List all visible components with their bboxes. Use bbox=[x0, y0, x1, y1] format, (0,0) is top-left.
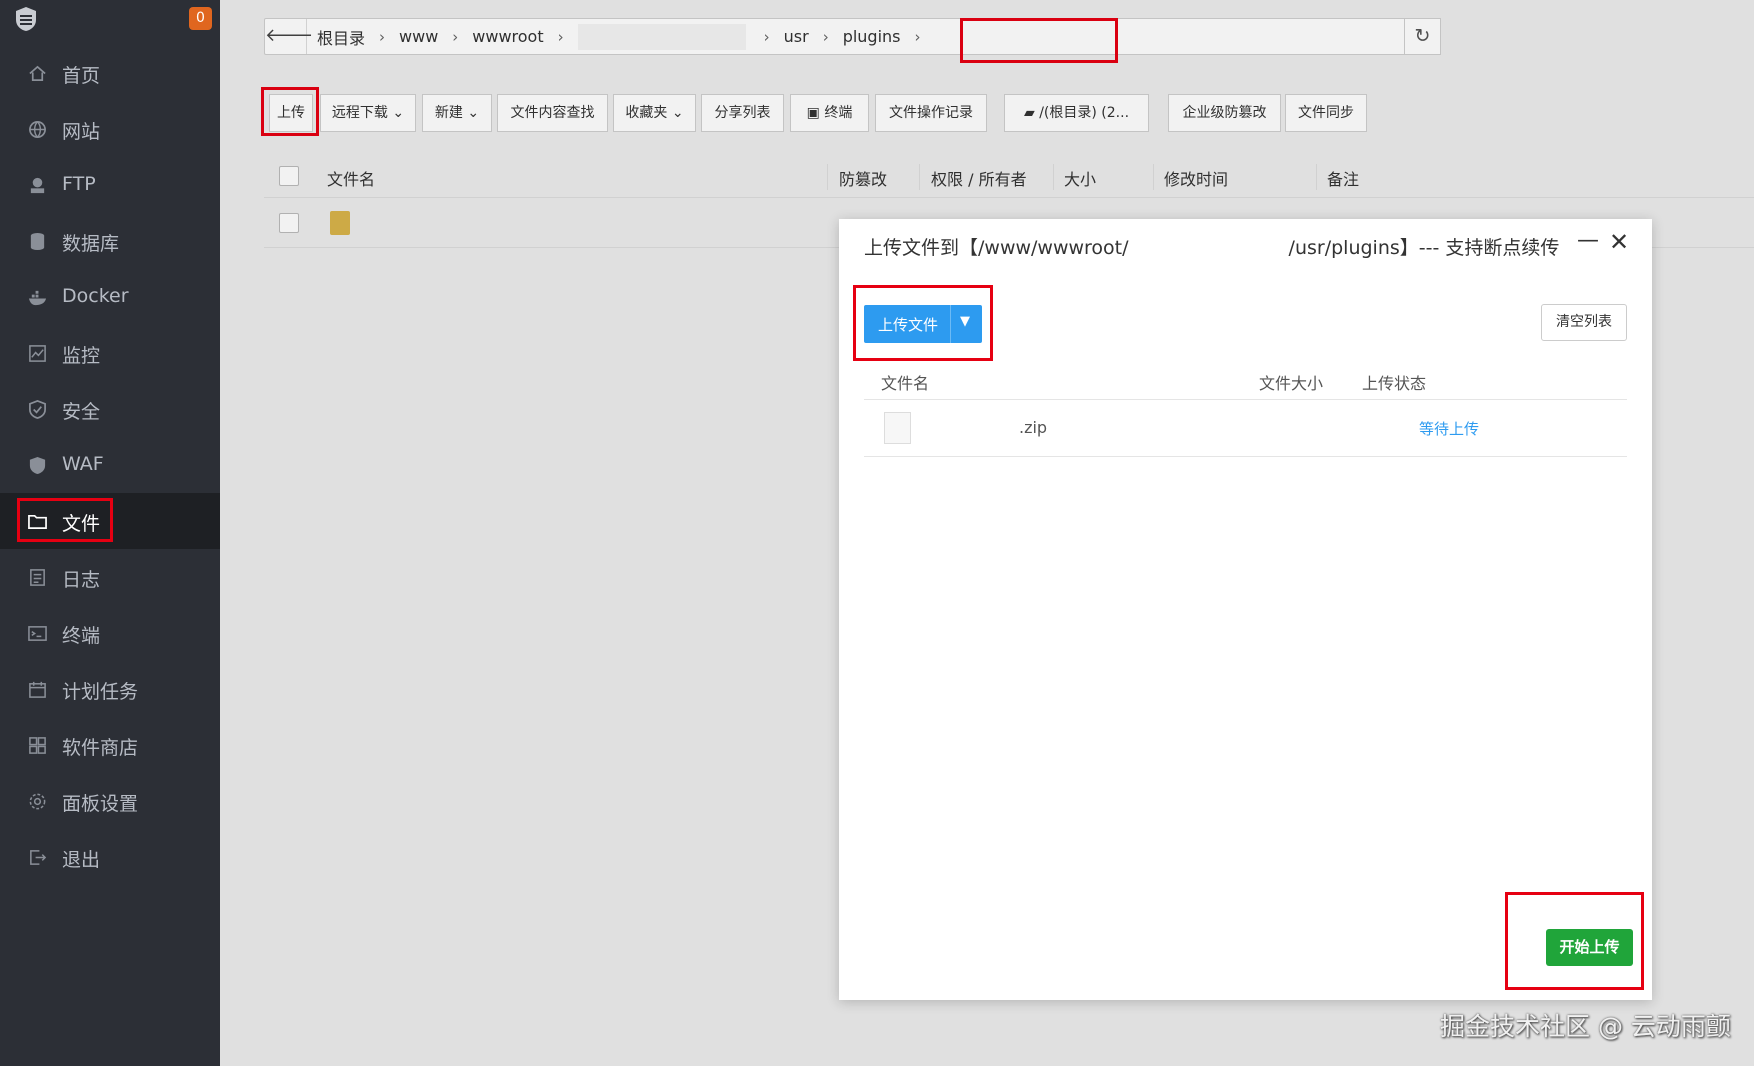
upload-status: 等待上传 bbox=[1419, 420, 1480, 438]
highlight-box bbox=[853, 285, 993, 361]
log-icon bbox=[30, 569, 45, 586]
sidebar-item-label: 数据库 bbox=[62, 233, 120, 255]
watermark: 掘金技术社区 @ 云动雨颤 bbox=[1440, 1012, 1731, 1041]
sidebar-item-label: 计划任务 bbox=[62, 681, 139, 703]
sidebar-item-website[interactable]: 网站 bbox=[0, 101, 220, 157]
sidebar-item-label: 网站 bbox=[62, 121, 101, 143]
clear-list-button[interactable]: 清空列表 bbox=[1541, 304, 1627, 341]
sidebar-item-docker[interactable]: Docker bbox=[0, 269, 220, 325]
docker-icon bbox=[28, 290, 47, 306]
database-icon bbox=[30, 232, 45, 251]
sidebar-item-security[interactable]: 安全 bbox=[0, 381, 220, 437]
logout-icon bbox=[30, 850, 47, 865]
sidebar-item-label: WAF bbox=[62, 453, 104, 475]
home-icon bbox=[29, 65, 46, 82]
sidebar-item-label: 监控 bbox=[62, 345, 101, 367]
dialog-title: 上传文件到【/www/wwwroot/ /usr/plugins】--- 支持断点… bbox=[864, 233, 1559, 260]
sidebar-item-label: FTP bbox=[62, 173, 96, 195]
calendar-icon bbox=[29, 681, 46, 698]
sidebar-item-label: 面板设置 bbox=[62, 793, 139, 815]
dialog-title-prefix: 上传文件到【/www/wwwroot/ bbox=[864, 237, 1129, 259]
minimize-button[interactable]: — bbox=[1577, 228, 1599, 258]
sidebar-item-home[interactable]: 首页 bbox=[0, 45, 220, 101]
sidebar-item-label: Docker bbox=[62, 285, 129, 307]
upload-dialog: 上传文件到【/www/wwwroot/ /usr/plugins】--- 支持断点… bbox=[839, 219, 1652, 1000]
upload-list-header: 文件名 文件大小 上传状态 bbox=[864, 361, 1627, 400]
notification-badge[interactable]: 0 bbox=[189, 7, 212, 30]
ftp-icon bbox=[30, 177, 45, 194]
sidebar-item-app-store[interactable]: 软件商店 bbox=[0, 717, 220, 773]
sidebar-item-label: 终端 bbox=[62, 625, 101, 647]
sidebar-item-waf[interactable]: WAF bbox=[0, 437, 220, 493]
sidebar-item-terminal[interactable]: 终端 bbox=[0, 605, 220, 661]
sidebar-item-label: 退出 bbox=[62, 849, 101, 871]
sidebar-item-logs[interactable]: 日志 bbox=[0, 549, 220, 605]
sidebar-item-label: 首页 bbox=[62, 65, 101, 87]
file-icon bbox=[884, 412, 911, 444]
close-button[interactable]: ✕ bbox=[1609, 228, 1629, 258]
upload-file-name: .zip bbox=[1019, 418, 1048, 437]
highlight-box bbox=[17, 498, 113, 542]
sidebar-item-logout[interactable]: 退出 bbox=[0, 829, 220, 885]
sidebar-item-panel-settings[interactable]: 面板设置 bbox=[0, 773, 220, 829]
sidebar-item-files[interactable]: 文件 bbox=[0, 493, 220, 549]
sidebar-item-label: 软件商店 bbox=[62, 737, 139, 759]
column-header-status: 上传状态 bbox=[1362, 374, 1427, 393]
sidebar-item-label: 日志 bbox=[62, 569, 101, 591]
sidebar-item-cron[interactable]: 计划任务 bbox=[0, 661, 220, 717]
column-header-size: 文件大小 bbox=[1259, 374, 1324, 393]
highlight-box bbox=[1505, 892, 1644, 990]
waf-icon bbox=[29, 456, 46, 475]
sidebar-item-label: 安全 bbox=[62, 401, 101, 423]
sidebar: 0 首页 网站 FTP 数据库 Docker 监控 安全 WAF 文件 日志 终… bbox=[0, 0, 220, 1066]
sidebar-item-monitor[interactable]: 监控 bbox=[0, 325, 220, 381]
apps-icon bbox=[29, 737, 46, 754]
shield-icon bbox=[29, 400, 46, 419]
redacted-segment bbox=[1128, 237, 1289, 260]
close-icon: ✕ bbox=[1609, 228, 1630, 256]
minimize-icon: — bbox=[1577, 228, 1599, 253]
column-header-name: 文件名 bbox=[881, 374, 930, 393]
logo-icon bbox=[16, 7, 36, 31]
sidebar-nav: 首页 网站 FTP 数据库 Docker 监控 安全 WAF 文件 日志 终端 … bbox=[0, 45, 220, 885]
sidebar-item-ftp[interactable]: FTP bbox=[0, 157, 220, 213]
upload-list-row[interactable]: .zip 等待上传 bbox=[864, 401, 1627, 457]
globe-icon bbox=[29, 121, 46, 139]
sidebar-item-database[interactable]: 数据库 bbox=[0, 213, 220, 269]
dialog-title-suffix: /usr/plugins】--- 支持断点续传 bbox=[1288, 237, 1560, 259]
settings-icon bbox=[29, 793, 46, 810]
terminal-icon bbox=[28, 626, 47, 641]
monitor-icon bbox=[29, 345, 46, 362]
